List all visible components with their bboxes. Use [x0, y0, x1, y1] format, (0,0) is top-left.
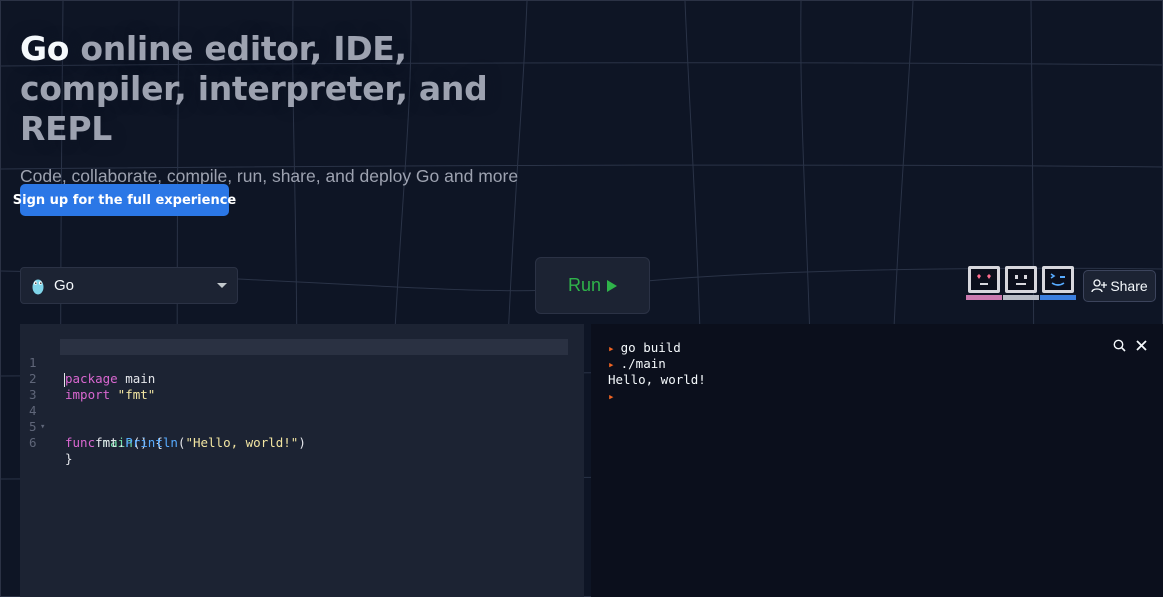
- title-text: online editor, IDE, compiler, interprete…: [20, 29, 488, 148]
- code-token: fmt.: [65, 435, 126, 450]
- share-button-label: Share: [1110, 278, 1148, 294]
- code-line[interactable]: 4 ▾ func main() {: [20, 387, 584, 450]
- console-line-text: ./main: [620, 356, 666, 371]
- add-user-icon: [1091, 279, 1108, 293]
- wink-computer-icon: [1040, 266, 1076, 300]
- code-line[interactable]: 5 fmt.Println("Hello, world!"): [20, 403, 584, 450]
- console-line: ▸ ./main: [608, 356, 706, 372]
- run-button-label: Run: [567, 275, 602, 295]
- console-output: ▸ go build ▸ ./main Hello, world! ▸: [608, 340, 706, 404]
- title-language: Go: [20, 29, 70, 68]
- search-icon[interactable]: [1113, 339, 1126, 352]
- neutral-computer-icon: [1003, 266, 1039, 300]
- play-icon: [607, 279, 618, 292]
- code-area[interactable]: 1 package main 2 import "fmt" 3 4 ▾ func…: [20, 339, 584, 466]
- code-token: }: [65, 451, 73, 466]
- method-token: Println: [125, 435, 178, 450]
- prompt-icon: ▸: [608, 358, 615, 371]
- page-title: Go online editor, IDE, compiler, interpr…: [20, 29, 580, 149]
- console-toolbar: [1113, 339, 1147, 352]
- code-line[interactable]: 3: [20, 371, 584, 402]
- run-button[interactable]: Run: [535, 257, 650, 314]
- prompt-icon: ▸: [608, 342, 615, 355]
- code-line[interactable]: 2 import "fmt": [20, 355, 584, 402]
- go-gopher-icon: [32, 279, 44, 294]
- language-select[interactable]: Go: [20, 267, 238, 304]
- close-icon[interactable]: [1136, 340, 1147, 351]
- console-line: ▸ go build: [608, 340, 706, 356]
- signup-button[interactable]: Sign up for the full experience: [13, 184, 236, 216]
- code-line[interactable]: 6 }: [20, 419, 584, 466]
- code-line[interactable]: 1 package main: [29, 339, 568, 387]
- console-line-text: go build: [620, 340, 681, 355]
- prompt-icon: ▸: [608, 390, 615, 403]
- console-line: Hello, world!: [608, 372, 706, 388]
- language-select-value: Go: [54, 277, 75, 294]
- chevron-down-icon: [217, 283, 227, 288]
- code-token: ): [298, 435, 306, 450]
- heart-eyes-computer-icon: [966, 266, 1002, 300]
- console-line-text: Hello, world!: [608, 372, 706, 387]
- share-button[interactable]: Share: [1083, 270, 1156, 302]
- string-token: "Hello, world!": [185, 435, 299, 450]
- line-number: 6: [29, 435, 37, 450]
- console-panel[interactable]: ▸ go build ▸ ./main Hello, world! ▸: [591, 324, 1163, 597]
- code-editor[interactable]: 1 package main 2 import "fmt" 3 4 ▾ func…: [20, 324, 584, 597]
- console-input-line[interactable]: ▸: [608, 388, 706, 404]
